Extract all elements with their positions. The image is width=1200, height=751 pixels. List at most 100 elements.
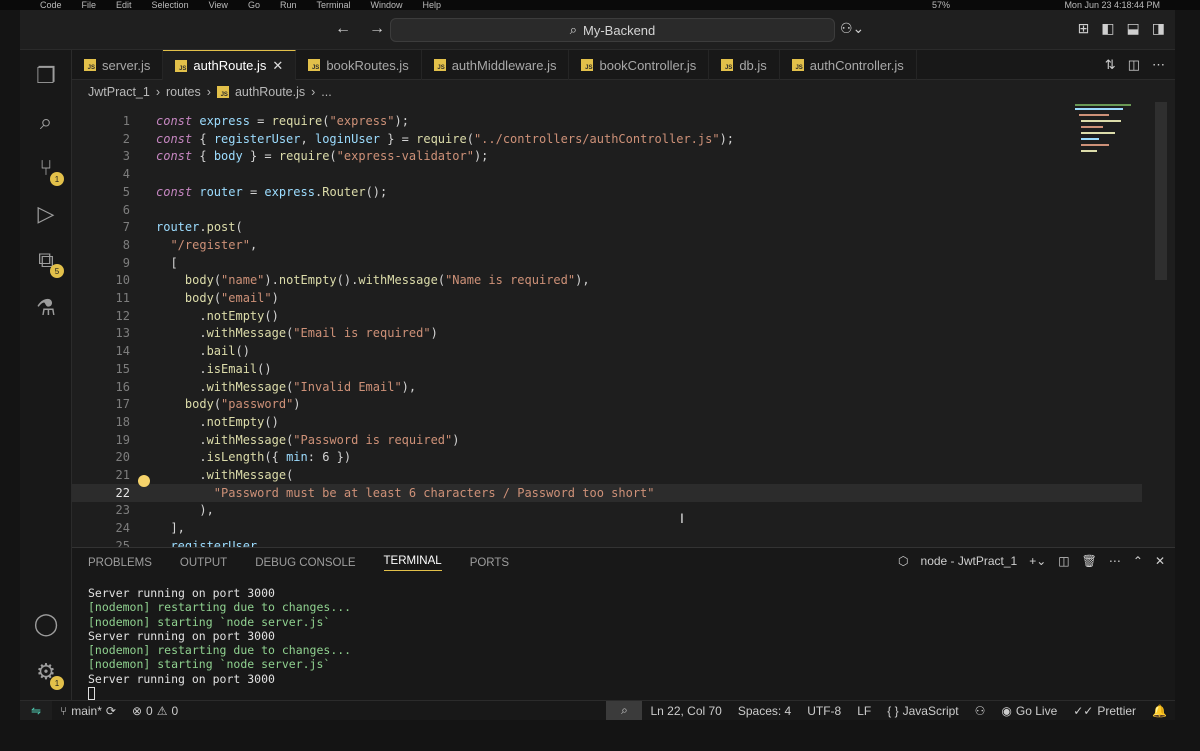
copilot-icon[interactable]: ⚇⌄ [840,20,864,37]
menubar-item[interactable]: Terminal [316,0,350,10]
terminal-name[interactable]: node - JwtPract_1 [921,554,1018,568]
tab-server-js[interactable]: JS server.js [72,50,164,80]
source-control-icon[interactable]: ⑂ 1 [32,154,64,186]
code-editor[interactable]: 1 const express = require("express"); 2 con… [72,102,1157,547]
command-center-search[interactable]: ⌕ My-Backend [390,18,835,42]
code-line[interactable]: 7 router.post( [72,218,1142,236]
code-line[interactable]: 10 body("name").notEmpty().withMessage("… [72,271,1142,289]
code-line[interactable]: 8 "/register", [72,236,1142,254]
extensions-icon[interactable]: ⧉ 5 [32,246,64,278]
language-mode[interactable]: { } JavaScript [879,704,966,718]
editor-scrollbar[interactable] [1155,102,1167,280]
breadcrumb-item[interactable]: routes [166,85,201,99]
panel-tab-problems[interactable]: PROBLEMS [88,557,152,569]
kill-terminal-icon[interactable]: 🗑 [1082,554,1097,568]
code-line[interactable]: 19 .withMessage("Password is required") [72,431,1142,449]
menubar-item[interactable]: Selection [152,0,189,10]
code-line[interactable]: 15 .isEmail() [72,360,1142,378]
menubar-item[interactable]: Help [423,0,442,10]
menubar-item[interactable]: Code [40,0,62,10]
run-debug-icon[interactable]: ▷ [32,200,60,228]
notifications-bell-icon[interactable]: 🔔 [1144,704,1175,718]
maximize-panel-icon[interactable]: ⌃ [1133,554,1143,568]
toggle-panel-icon[interactable]: ⬓ [1127,20,1140,37]
minimap[interactable] [1075,102,1155,162]
account-icon[interactable]: ◯ [32,610,60,638]
menubar-item[interactable]: File [82,0,97,10]
tab-db-js[interactable]: JS db.js [709,50,780,80]
settings-gear-icon[interactable]: ⚙ 1 [32,658,64,690]
cursor-position[interactable]: Ln 22, Col 70 [642,704,729,718]
lightbulb-icon[interactable] [138,475,150,487]
tab-authController-js[interactable]: JS authController.js [780,50,917,80]
code-line[interactable]: 20 .isLength({ min: 6 }) [72,448,1142,466]
menubar-item[interactable]: Window [370,0,402,10]
js-file-icon: JS [84,59,96,71]
tab-authRoute-js[interactable]: JS authRoute.js ✕ [163,50,297,80]
search-icon[interactable]: ⌕ [32,108,60,136]
menubar-item[interactable]: Go [248,0,260,10]
code-line[interactable]: 9 [ [72,254,1142,272]
terminal-output[interactable]: Server running on port 3000 [nodemon] res… [88,586,351,701]
code-line[interactable]: 21 .withMessage( [72,466,1142,484]
panel-tab-terminal[interactable]: TERMINAL [383,555,442,571]
code-line[interactable]: 1 const express = require("express"); [72,112,1142,130]
breadcrumb-item[interactable]: JwtPract_1 [88,85,150,99]
toggle-primary-sidebar-icon[interactable]: ◧ [1101,20,1114,37]
more-icon[interactable]: ⋯ [1109,554,1121,568]
toggle-secondary-sidebar-icon[interactable]: ◨ [1152,20,1165,37]
code-token: . [156,326,207,341]
breadcrumb-item[interactable]: authRoute.js [235,85,305,99]
new-terminal-icon[interactable]: +⌄ [1029,554,1046,568]
code-line[interactable]: 5 const router = express.Router(); [72,183,1142,201]
close-tab-icon[interactable]: ✕ [272,58,283,74]
code-line[interactable]: 23 ), [72,501,1142,519]
code-line[interactable]: 2 const { registerUser, loginUser } = req… [72,130,1142,148]
terminal-line: Server running on port 3000 [88,671,275,686]
copilot-status-icon[interactable]: ⚇ [967,704,994,718]
code-line[interactable]: 25 registerUser [72,537,1142,547]
go-live[interactable]: ◉ Go Live [993,704,1065,718]
code-line[interactable]: 6 [72,201,1142,219]
back-arrow-icon[interactable]: ← [335,20,369,37]
problems-status[interactable]: ⊗ 0 ⚠ 0 [124,704,186,718]
branch-status[interactable]: ⑂ main* ⟳ [52,704,124,718]
panel-tab-ports[interactable]: PORTS [470,557,509,569]
customize-layout-icon[interactable]: ⊞ [1078,20,1090,37]
close-panel-icon[interactable]: ✕ [1155,554,1165,568]
code-line[interactable]: 14 .bail() [72,342,1142,360]
panel-tab-output[interactable]: OUTPUT [180,557,227,569]
split-terminal-icon[interactable]: ◫ [1058,554,1069,568]
zoom-icon[interactable]: ⌕ [606,700,643,720]
tab-bookController-js[interactable]: JS bookController.js [569,50,710,80]
breadcrumb-item[interactable]: ... [321,85,331,99]
indentation[interactable]: Spaces: 4 [730,704,799,718]
encoding[interactable]: UTF-8 [799,704,849,718]
code-line[interactable]: 18 .notEmpty() [72,413,1142,431]
code-line[interactable]: 12 .notEmpty() [72,307,1142,325]
code-line[interactable]: 4 [72,165,1142,183]
code-token: loginUser [314,131,380,146]
more-actions-icon[interactable]: ⋯ [1152,57,1165,73]
tab-authMiddleware-js[interactable]: JS authMiddleware.js [422,50,570,80]
code-line[interactable]: 3 const { body } = require("express-valid… [72,147,1142,165]
code-line[interactable]: 24 ], [72,519,1142,537]
remote-indicator-icon[interactable]: ⇋ [20,700,52,720]
code-line[interactable]: 17 body("password") [72,395,1142,413]
explorer-icon[interactable]: ❐ [32,62,60,90]
menubar-item[interactable]: Run [280,0,297,10]
menubar-item[interactable]: Edit [116,0,132,10]
split-editor-icon[interactable]: ◫ [1128,57,1140,73]
compare-changes-icon[interactable]: ⇅ [1105,57,1116,73]
code-text: const { body } = require("express-valida… [156,147,488,165]
end-of-line[interactable]: LF [849,704,879,718]
code-line[interactable]: 13 .withMessage("Email is required") [72,324,1142,342]
code-line[interactable]: 16 .withMessage("Invalid Email"), [72,378,1142,396]
panel-tab-debug-console[interactable]: DEBUG CONSOLE [255,557,355,569]
menubar-item[interactable]: View [209,0,228,10]
code-line[interactable]: 22 "Password must be at least 6 characte… [72,483,1142,502]
tab-bookRoutes-js[interactable]: JS bookRoutes.js [296,50,422,80]
testing-flask-icon[interactable]: ⚗ [32,294,60,322]
code-line[interactable]: 11 body("email") [72,289,1142,307]
prettier[interactable]: ✓✓ Prettier [1065,704,1144,718]
